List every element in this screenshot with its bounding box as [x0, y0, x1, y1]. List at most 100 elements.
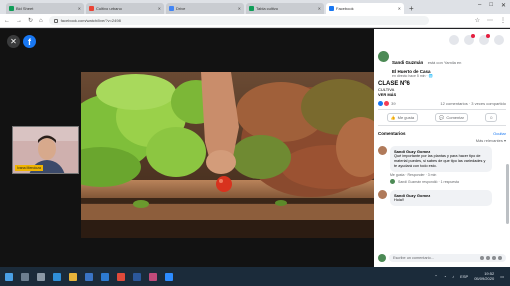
edge-icon[interactable] [53, 272, 61, 281]
like-button[interactable]: 👍 Me gusta [386, 113, 419, 123]
home-icon[interactable]: ⌂ [39, 18, 43, 24]
close-window-icon[interactable]: ✕ [501, 2, 506, 9]
reactions-summary[interactable]: 39 [378, 101, 396, 107]
tab-close-icon[interactable]: ✕ [398, 6, 401, 11]
tab-title: Facebook [336, 6, 354, 11]
volume-icon[interactable]: ♪ [452, 274, 454, 279]
explorer-icon[interactable] [69, 272, 77, 281]
comments-count[interactable]: 12 comentarios · 3 veces compartido [440, 101, 506, 106]
author-info: Sandi Guzmán está con Yamila en El Huert… [392, 51, 461, 78]
video-stage: ✕ f Ivana Mendoza [0, 29, 374, 267]
menu-grid-icon[interactable] [449, 35, 459, 45]
browser-tab[interactable]: Cultivo urbano ✕ [86, 3, 164, 14]
react-picker-button[interactable]: ☺ [485, 113, 498, 123]
comments-scrollbar[interactable] [506, 164, 509, 224]
browser-menu-icon[interactable]: ⋮ [500, 17, 506, 24]
bookmark-star-icon[interactable]: ☆ [475, 17, 480, 24]
address-bar[interactable]: facebook.com/watch/live/?v=2498 [48, 16, 429, 25]
forward-icon[interactable]: → [16, 18, 22, 24]
photos-icon[interactable] [149, 272, 157, 281]
view-replies-link[interactable]: Sandi Guzmán respondió · 1 respuesta [374, 177, 510, 185]
love-reaction-icon [384, 101, 389, 107]
notifications-bell-icon[interactable] [479, 34, 490, 45]
back-icon[interactable]: ← [4, 18, 10, 24]
browser-toolbar: ← → ↻ ⌂ facebook.com/watch/live/?v=2498 … [0, 14, 510, 28]
comments-header: Comentarios Ocultar [374, 126, 510, 138]
post-meta: en directo hace 5 min · 🌐 [392, 74, 433, 78]
hide-comments-link[interactable]: Ocultar [493, 131, 506, 136]
live-video[interactable] [81, 72, 374, 238]
presenter-camera: Ivana Mendoza [12, 126, 79, 174]
camera-icon[interactable] [486, 255, 490, 260]
chrome-icon[interactable] [117, 272, 125, 281]
tab-favicon [249, 6, 254, 11]
mail-icon[interactable] [101, 272, 109, 281]
smile-icon: ☺ [489, 115, 494, 121]
tab-close-icon[interactable]: ✕ [318, 6, 321, 11]
presenter-name-label: Ivana Mendoza [15, 165, 43, 171]
notification-dot [471, 34, 475, 38]
tab-favicon [169, 6, 174, 11]
tab-close-icon[interactable]: ✕ [238, 6, 241, 11]
tab-title: Drive [176, 6, 186, 11]
window-controls: – □ ✕ [478, 2, 506, 9]
comment-thread: Sandi Guzy Gomez Qué importante por las … [374, 143, 510, 207]
composer-icons [480, 255, 502, 260]
comments-title: Comentarios [378, 131, 406, 137]
toolbar-right: ☆ ⋯ ⋮ [475, 17, 506, 24]
task-view-icon[interactable] [37, 272, 45, 281]
maximize-icon[interactable]: □ [489, 2, 493, 9]
author-avatar[interactable] [378, 51, 389, 62]
reply-summary: Sandi Guzmán respondió · 1 respuesta [398, 179, 459, 184]
tab-favicon [89, 6, 94, 11]
comment-input-placeholder: Escribe un comentario... [393, 255, 434, 260]
like-reaction-icon [378, 101, 383, 107]
extensions-icon[interactable]: ⋯ [487, 17, 493, 24]
emoji-icon[interactable] [480, 255, 484, 260]
thumbs-up-icon: 👍 [390, 115, 396, 121]
browser-tab[interactable]: Tabla cultivo ✕ [246, 3, 324, 14]
word-icon[interactable] [133, 272, 141, 281]
commenter-avatar[interactable] [378, 190, 387, 200]
tab-favicon [9, 6, 14, 11]
messenger-icon[interactable] [464, 34, 475, 45]
account-avatar[interactable] [494, 35, 504, 45]
store-icon[interactable] [85, 272, 93, 281]
wifi-icon[interactable]: ◔ [444, 274, 446, 279]
post-actions: 👍 Me gusta 💬 Comentar ☺ [378, 109, 506, 127]
browser-tab[interactable]: Bid Sheet ✕ [6, 3, 84, 14]
gif-icon[interactable] [492, 255, 496, 260]
author-name[interactable]: Sandi Guzmán [392, 60, 423, 65]
comment-bubble: Sandi Guzy Gomez Qué importante por las … [390, 146, 492, 173]
author-row: Sandi Guzmán está con Yamila en El Huert… [378, 51, 506, 78]
tab-title: Bid Sheet [16, 6, 34, 11]
clock[interactable]: 19:52 05/09/2020 [474, 271, 494, 281]
see-more-link[interactable]: VER MÁS [378, 92, 506, 97]
notifications-icon[interactable]: ▭ [500, 274, 504, 279]
tab-favicon [329, 6, 334, 11]
lock-icon [53, 18, 58, 23]
zoom-icon[interactable] [165, 272, 173, 281]
windows-start-icon[interactable] [5, 272, 13, 281]
browser-tab[interactable]: Drive ✕ [166, 3, 244, 14]
browser-tab-active[interactable]: Facebook ✕ [326, 3, 404, 14]
language-indicator[interactable]: ESP [460, 274, 468, 279]
comment-input[interactable]: Escribe un comentario... [389, 253, 506, 262]
reload-icon[interactable]: ↻ [28, 17, 33, 24]
author-suffix: está con Yamila en [427, 60, 462, 65]
tab-close-icon[interactable]: ✕ [158, 6, 161, 11]
clock-date: 05/09/2020 [474, 276, 495, 281]
comment-button[interactable]: 💬 Comentar [435, 113, 468, 123]
tab-close-icon[interactable]: ✕ [78, 6, 81, 11]
minimize-icon[interactable]: – [478, 2, 481, 9]
new-tab-button[interactable]: + [409, 3, 414, 14]
tray-arrow-icon[interactable]: ⌃ [434, 274, 437, 279]
commenter-avatar[interactable] [378, 146, 387, 156]
post-panel: Sandi Guzmán está con Yamila en El Huert… [374, 29, 510, 267]
sticker-icon[interactable] [498, 255, 502, 260]
tab-strip: Bid Sheet ✕ Cultivo urbano ✕ Drive ✕ Tab… [0, 0, 510, 14]
search-icon[interactable] [21, 272, 29, 281]
reactions-row: 39 12 comentarios · 3 veces compartido [378, 101, 506, 107]
close-viewer-button[interactable]: ✕ [7, 35, 20, 48]
facebook-logo-icon[interactable]: f [23, 35, 36, 48]
